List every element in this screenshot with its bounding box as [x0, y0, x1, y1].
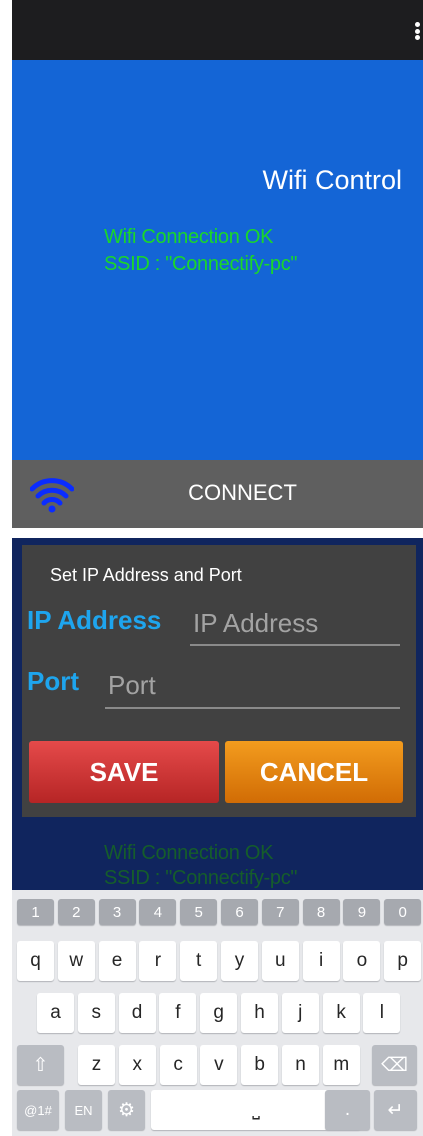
- key-7[interactable]: 7: [261, 899, 299, 925]
- period-key[interactable]: .: [325, 1090, 370, 1130]
- ip-address-input[interactable]: [190, 602, 400, 646]
- key-j[interactable]: j: [281, 993, 319, 1033]
- ssid-text-dimmed: SSID : "Connectify-pc": [104, 867, 298, 889]
- enter-key[interactable]: ↵: [374, 1090, 417, 1130]
- key-b[interactable]: b: [241, 1045, 279, 1085]
- connection-status-text-dimmed: Wifi Connection OK: [104, 842, 274, 864]
- key-y[interactable]: y: [221, 941, 258, 981]
- dialog-title: Set IP Address and Port: [50, 565, 242, 585]
- backspace-key[interactable]: ⌫: [372, 1045, 417, 1085]
- key-v[interactable]: v: [200, 1045, 238, 1085]
- ssid-text: SSID : "Connectify-pc": [104, 253, 298, 275]
- key-3[interactable]: 3: [98, 899, 136, 925]
- key-s[interactable]: s: [77, 993, 115, 1033]
- key-u[interactable]: u: [261, 941, 299, 981]
- page-title: Wifi Control: [262, 165, 402, 195]
- key-6[interactable]: 6: [221, 899, 258, 925]
- key-9[interactable]: 9: [343, 899, 381, 925]
- key-w[interactable]: w: [57, 941, 95, 981]
- ip-address-label: IP Address: [27, 605, 162, 635]
- key-4[interactable]: 4: [139, 899, 177, 925]
- connection-status-text: Wifi Connection OK: [104, 226, 274, 248]
- shift-key[interactable]: ⇧: [17, 1045, 64, 1085]
- key-q[interactable]: q: [17, 941, 54, 981]
- key-p[interactable]: p: [384, 941, 422, 981]
- key-c[interactable]: c: [159, 1045, 197, 1085]
- key-g[interactable]: g: [200, 993, 238, 1033]
- key-1[interactable]: 1: [17, 899, 54, 925]
- key-f[interactable]: f: [159, 993, 197, 1033]
- status-bar: [12, 0, 423, 60]
- symbols-key[interactable]: @1#: [17, 1090, 59, 1130]
- key-n[interactable]: n: [282, 1045, 319, 1085]
- key-5[interactable]: 5: [180, 899, 218, 925]
- key-e[interactable]: e: [98, 941, 136, 981]
- key-i[interactable]: i: [302, 941, 340, 981]
- port-input[interactable]: [105, 663, 400, 709]
- key-m[interactable]: m: [322, 1045, 360, 1085]
- key-t[interactable]: t: [180, 941, 218, 981]
- key-k[interactable]: k: [322, 993, 360, 1033]
- key-r[interactable]: r: [139, 941, 177, 981]
- key-o[interactable]: o: [343, 941, 381, 981]
- connect-button-label[interactable]: CONNECT: [0, 480, 423, 506]
- key-8[interactable]: 8: [302, 899, 340, 925]
- key-l[interactable]: l: [363, 993, 401, 1033]
- cancel-button[interactable]: CANCEL: [225, 741, 403, 803]
- settings-key[interactable]: ⚙: [108, 1090, 145, 1130]
- key-d[interactable]: d: [118, 993, 156, 1033]
- key-x[interactable]: x: [118, 1045, 156, 1085]
- key-h[interactable]: h: [241, 993, 278, 1033]
- key-a[interactable]: a: [37, 993, 74, 1033]
- save-button[interactable]: SAVE: [29, 741, 219, 803]
- key-z[interactable]: z: [78, 1045, 115, 1085]
- key-2[interactable]: 2: [57, 899, 95, 925]
- language-key[interactable]: EN: [65, 1090, 102, 1130]
- key-0[interactable]: 0: [384, 899, 422, 925]
- overflow-menu-icon[interactable]: [415, 22, 421, 40]
- port-label: Port: [27, 666, 79, 696]
